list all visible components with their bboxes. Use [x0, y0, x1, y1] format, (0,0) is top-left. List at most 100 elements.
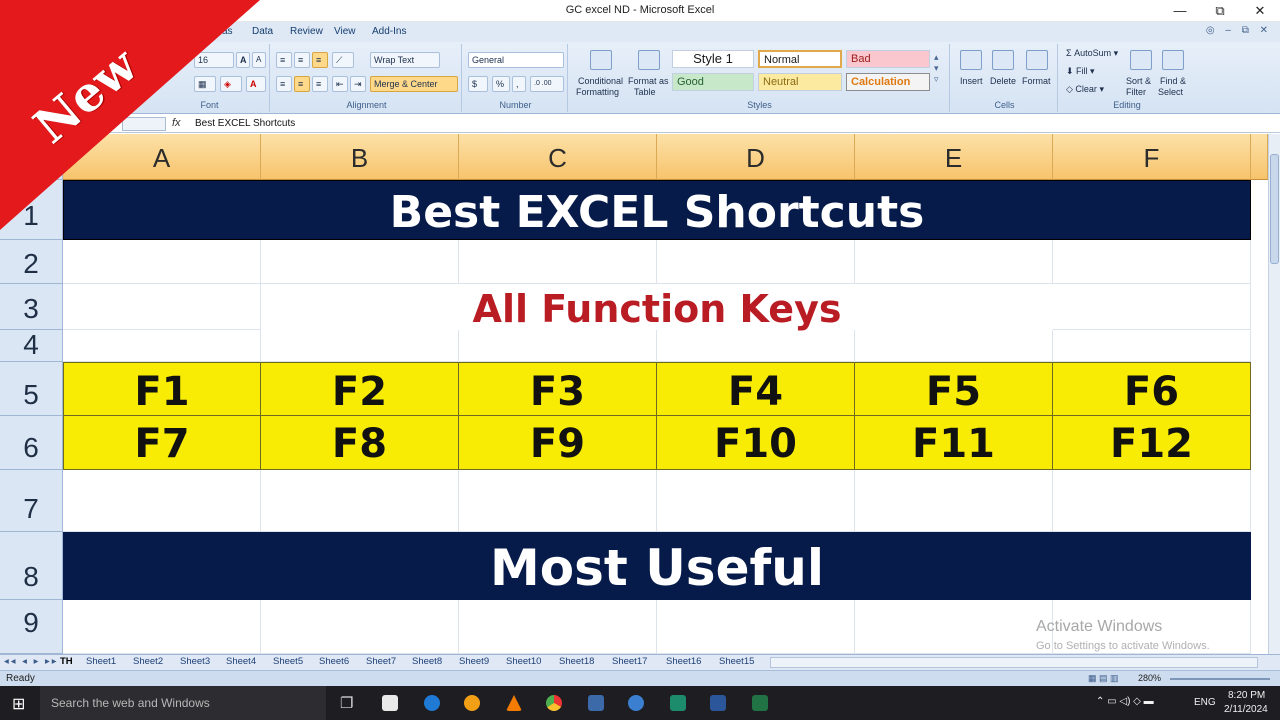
zoom-slider[interactable]	[1170, 678, 1270, 680]
cell-f3[interactable]	[1053, 284, 1251, 330]
sheet-tab-17[interactable]: Sheet17	[612, 656, 647, 667]
row-header-5[interactable]: 5	[0, 362, 63, 416]
key-cell-f11[interactable]: F11	[855, 416, 1053, 470]
insert-label[interactable]: Insert	[960, 76, 983, 87]
sheet-tab-th[interactable]: TH	[60, 656, 73, 667]
chrome-icon[interactable]	[546, 695, 562, 711]
tab-navigation-icons[interactable]: ◂◂ ◂ ▸ ▸▸	[4, 656, 59, 667]
find-select-label-1[interactable]: Find &	[1160, 76, 1186, 87]
key-cell-f8[interactable]: F8	[261, 416, 459, 470]
number-format-select[interactable]: General	[468, 52, 564, 68]
cell-c4[interactable]	[459, 330, 657, 362]
title-banner[interactable]: Best EXCEL Shortcuts	[63, 180, 1251, 240]
key-cell-f3[interactable]: F3	[459, 362, 657, 416]
sheet-tab-6[interactable]: Sheet6	[319, 656, 349, 667]
column-header-e[interactable]: E	[855, 134, 1053, 180]
name-box[interactable]	[122, 117, 166, 131]
sheet-tab-2[interactable]: Sheet2	[133, 656, 163, 667]
increase-indent-icon[interactable]: ⇥	[350, 76, 366, 92]
font-color-button[interactable]: A	[246, 76, 266, 92]
clock-date[interactable]: 2/11/2024	[1224, 704, 1268, 715]
column-header-c[interactable]: C	[459, 134, 657, 180]
vertical-scroll-thumb[interactable]	[1270, 154, 1279, 264]
edge-icon[interactable]	[424, 695, 440, 711]
comma-button[interactable]: ,	[512, 76, 526, 92]
decrease-indent-icon[interactable]: ⇤	[332, 76, 348, 92]
key-cell-f7[interactable]: F7	[63, 416, 261, 470]
shrink-font-button[interactable]: A	[252, 52, 266, 68]
tray-icons[interactable]: ⌃ ▭ ◁) ◇ ▬	[1096, 696, 1154, 707]
row-header-7[interactable]: 7	[0, 470, 63, 532]
styles-scroll-icon[interactable]: ▴ ▾ ▿	[934, 52, 939, 85]
restore-button[interactable]: ⧉	[1200, 0, 1240, 22]
cell-b7[interactable]	[261, 470, 459, 532]
windows-start-icon[interactable]: ⊞	[12, 694, 25, 714]
cell-a2[interactable]	[63, 240, 261, 284]
key-cell-f4[interactable]: F4	[657, 362, 855, 416]
clear-button[interactable]: ◇ Clear ▾	[1066, 84, 1104, 95]
tab-view[interactable]: View	[334, 26, 356, 37]
column-header-d[interactable]: D	[657, 134, 855, 180]
insert-cells-icon[interactable]	[960, 50, 982, 70]
close-button[interactable]: ✕	[1240, 0, 1280, 22]
sheet-tab-5[interactable]: Sheet5	[273, 656, 303, 667]
fill-color-button[interactable]: ◈	[220, 76, 242, 92]
cell-c9[interactable]	[459, 600, 657, 654]
cell-a9[interactable]	[63, 600, 261, 654]
cell-c7[interactable]	[459, 470, 657, 532]
app-icon-headset[interactable]	[628, 695, 644, 711]
format-as-table-icon[interactable]	[638, 50, 660, 70]
align-left-icon[interactable]: ≡	[276, 76, 292, 92]
word-icon[interactable]	[710, 695, 726, 711]
task-view-icon[interactable]: ❐	[340, 694, 353, 712]
sheet-tab-3[interactable]: Sheet3	[180, 656, 210, 667]
cell-b2[interactable]	[261, 240, 459, 284]
row-header-6[interactable]: 6	[0, 416, 63, 470]
cell-b9[interactable]	[261, 600, 459, 654]
key-cell-f5[interactable]: F5	[855, 362, 1053, 416]
calculation-style-cell[interactable]: Calculation	[846, 73, 930, 91]
view-buttons-icon[interactable]: ▦ ▤ ▥	[1088, 673, 1119, 684]
row-header-8[interactable]: 8	[0, 532, 63, 600]
key-cell-f1[interactable]: F1	[63, 362, 261, 416]
footer-banner[interactable]: Most Useful	[63, 532, 1251, 600]
style-1-cell[interactable]: Style 1	[672, 50, 754, 68]
cell-a4[interactable]	[63, 330, 261, 362]
key-cell-f10[interactable]: F10	[657, 416, 855, 470]
cell-f4[interactable]	[1053, 330, 1251, 362]
align-right-icon[interactable]: ≡	[312, 76, 328, 92]
bad-style-cell[interactable]: Bad	[846, 50, 930, 68]
format-label[interactable]: Format	[1022, 76, 1051, 87]
subtitle-cell[interactable]: All Function Keys	[261, 284, 1053, 331]
key-cell-f12[interactable]: F12	[1053, 416, 1251, 470]
cell-d9[interactable]	[657, 600, 855, 654]
normal-style-cell[interactable]: Normal	[758, 50, 842, 68]
borders-button[interactable]: ▦	[194, 76, 216, 92]
align-bottom-icon[interactable]: ≡	[312, 52, 328, 68]
sheet-tab-8[interactable]: Sheet8	[412, 656, 442, 667]
cell-d2[interactable]	[657, 240, 855, 284]
delete-label[interactable]: Delete	[990, 76, 1016, 87]
conditional-formatting-icon[interactable]	[590, 50, 612, 70]
cell-d4[interactable]	[657, 330, 855, 362]
cell-a7[interactable]	[63, 470, 261, 532]
tab-data[interactable]: Data	[252, 26, 273, 37]
cell-e4[interactable]	[855, 330, 1053, 362]
cell-e2[interactable]	[855, 240, 1053, 284]
align-top-icon[interactable]: ≡	[276, 52, 292, 68]
format-cells-icon[interactable]	[1026, 50, 1048, 70]
font-size-select[interactable]: 16	[194, 52, 234, 68]
cell-e7[interactable]	[855, 470, 1053, 532]
store-icon[interactable]	[382, 695, 398, 711]
tab-add-ins[interactable]: Add-Ins	[372, 26, 406, 37]
cell-f2[interactable]	[1053, 240, 1251, 284]
vlc-icon[interactable]	[506, 695, 522, 711]
cell-a3[interactable]	[63, 284, 261, 330]
column-header-b[interactable]: B	[261, 134, 459, 180]
neutral-style-cell[interactable]: Neutral	[758, 73, 842, 91]
tab-review[interactable]: Review	[290, 26, 323, 37]
sort-filter-icon[interactable]	[1130, 50, 1152, 70]
sheet-tab-9[interactable]: Sheet9	[459, 656, 489, 667]
format-as-table-label-1[interactable]: Format as	[628, 76, 669, 87]
sheet-tab-1[interactable]: Sheet1	[86, 656, 116, 667]
